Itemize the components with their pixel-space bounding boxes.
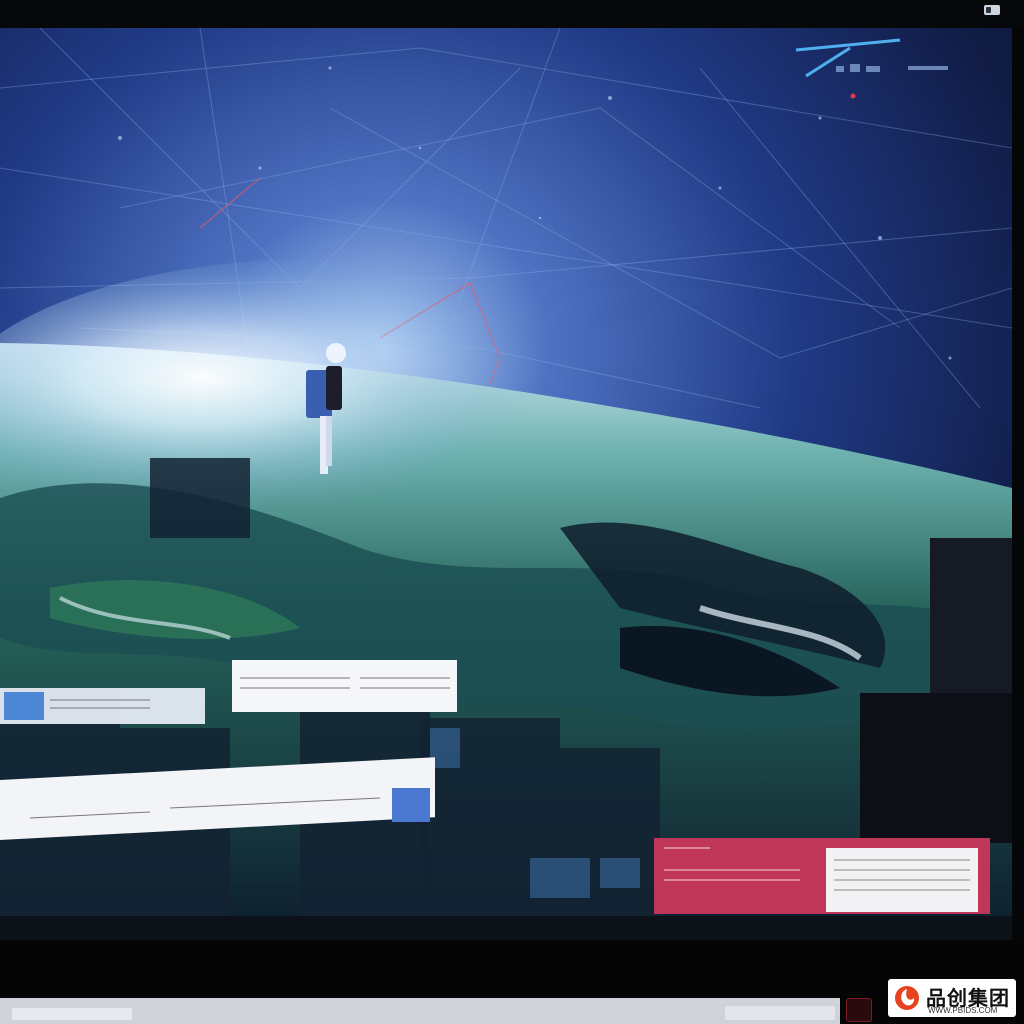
red-button[interactable] [846, 998, 872, 1022]
red-star [850, 93, 856, 99]
watermark-logo-icon [895, 986, 919, 1010]
window-icon[interactable] [984, 5, 1000, 15]
taskbar-tab[interactable] [12, 1008, 132, 1020]
taskbar-tab-right[interactable] [725, 1006, 835, 1020]
scene-illustration [0, 28, 1012, 940]
watermark: 品创集团 WWW.PBIDS.COM [888, 979, 1016, 1017]
screen-frame: 品创集团 WWW.PBIDS.COM [0, 0, 1024, 1024]
artwork-scene [0, 28, 1012, 940]
watermark-subtitle: WWW.PBIDS.COM [928, 1006, 998, 1015]
pink-info-panel [654, 838, 990, 914]
scene-bottom-strip [0, 916, 1012, 940]
top-bar [0, 0, 1024, 28]
